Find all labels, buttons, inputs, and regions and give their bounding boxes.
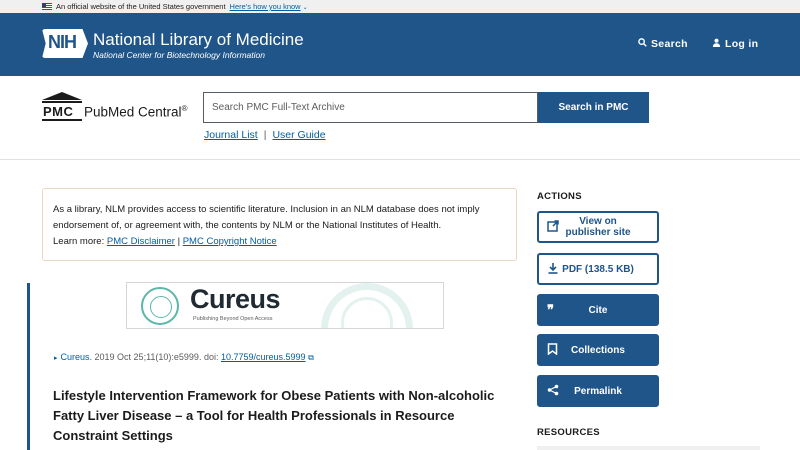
cite-button[interactable]: ❞ Cite (537, 294, 659, 326)
user-icon (712, 38, 721, 47)
journal-logo-name: Cureus (190, 284, 281, 314)
header-login-button[interactable]: Log in (712, 38, 758, 50)
search-in-pmc-button[interactable]: Search in PMC (538, 92, 649, 123)
nlm-title[interactable]: National Library of Medicine (93, 30, 304, 50)
bookmark-icon (547, 343, 558, 357)
actions-heading: ACTIONS (537, 191, 582, 202)
notice-line-2: endorsement of, or agreement with, the c… (53, 220, 442, 231)
download-icon (547, 262, 559, 276)
article-accent-border (27, 283, 30, 450)
journal-list-link[interactable]: Journal List (204, 129, 258, 141)
search-icon (638, 38, 647, 47)
resources-heading: RESOURCES (537, 427, 600, 438)
notice-line-1: As a library, NLM provides access to sci… (53, 204, 480, 215)
us-flag-icon (42, 3, 52, 10)
pmc-logo-text: PMC (43, 104, 74, 119)
header-search-button[interactable]: Search (638, 38, 688, 50)
external-link-icon (547, 220, 559, 234)
gov-banner: An official website of the United States… (0, 0, 800, 13)
cureus-seal-icon (141, 287, 179, 325)
pdf-download-button[interactable]: PDF (138.5 KB) (537, 253, 659, 285)
pmc-logo-base (42, 119, 82, 121)
pmc-disclaimer-link[interactable]: PMC Disclaimer (107, 236, 175, 247)
pmc-copyright-link[interactable]: PMC Copyright Notice (183, 236, 277, 247)
pmc-logo-roof (42, 92, 82, 100)
pmc-search-bar: PMC PubMed Central® Search in PMC Journa… (0, 76, 800, 160)
external-link-icon: ⧉ (308, 353, 314, 362)
resources-panel (537, 446, 760, 450)
ncbi-subtitle: National Center for Biotechnology Inform… (93, 50, 265, 60)
permalink-button[interactable]: Permalink (537, 375, 659, 407)
chevron-down-icon[interactable]: ⌄ (303, 5, 308, 11)
quote-icon: ❞ (547, 302, 554, 317)
pmc-search-field[interactable] (203, 92, 538, 123)
pmc-logo-bar (42, 101, 82, 103)
notice-line-3: Learn more: PMC Disclaimer | PMC Copyrig… (53, 236, 277, 247)
pmc-logo[interactable]: PMC (42, 92, 82, 122)
doi-link[interactable]: 10.7759/cureus.5999 (221, 352, 306, 362)
nlm-header: NIH National Library of Medicine Nationa… (0, 13, 800, 76)
pmc-nav-links: Journal List | User Guide (204, 129, 326, 141)
pmc-search-input[interactable] (204, 93, 537, 122)
share-icon (547, 384, 559, 398)
disclaimer-notice: As a library, NLM provides access to sci… (42, 188, 517, 261)
view-on-publisher-button[interactable]: View on publisher site (537, 211, 659, 243)
heres-how-you-know-link[interactable]: Here's how you know (230, 2, 301, 11)
journal-link[interactable]: Cureus (61, 352, 90, 362)
journal-banner[interactable]: Cureus Publishing Beyond Open Access (126, 282, 444, 329)
journal-tagline: Publishing Beyond Open Access (193, 316, 273, 322)
pmc-name[interactable]: PubMed Central® (84, 104, 187, 120)
nih-logo[interactable]: NIH (42, 29, 88, 58)
article-title: Lifestyle Intervention Framework for Obe… (53, 388, 495, 443)
collections-button[interactable]: Collections (537, 334, 659, 366)
expand-triangle-icon[interactable]: ▸ (54, 355, 58, 362)
user-guide-link[interactable]: User Guide (272, 129, 325, 141)
article-citation: ▸ Cureus. 2019 Oct 25;11(10):e5999. doi: … (54, 352, 314, 362)
